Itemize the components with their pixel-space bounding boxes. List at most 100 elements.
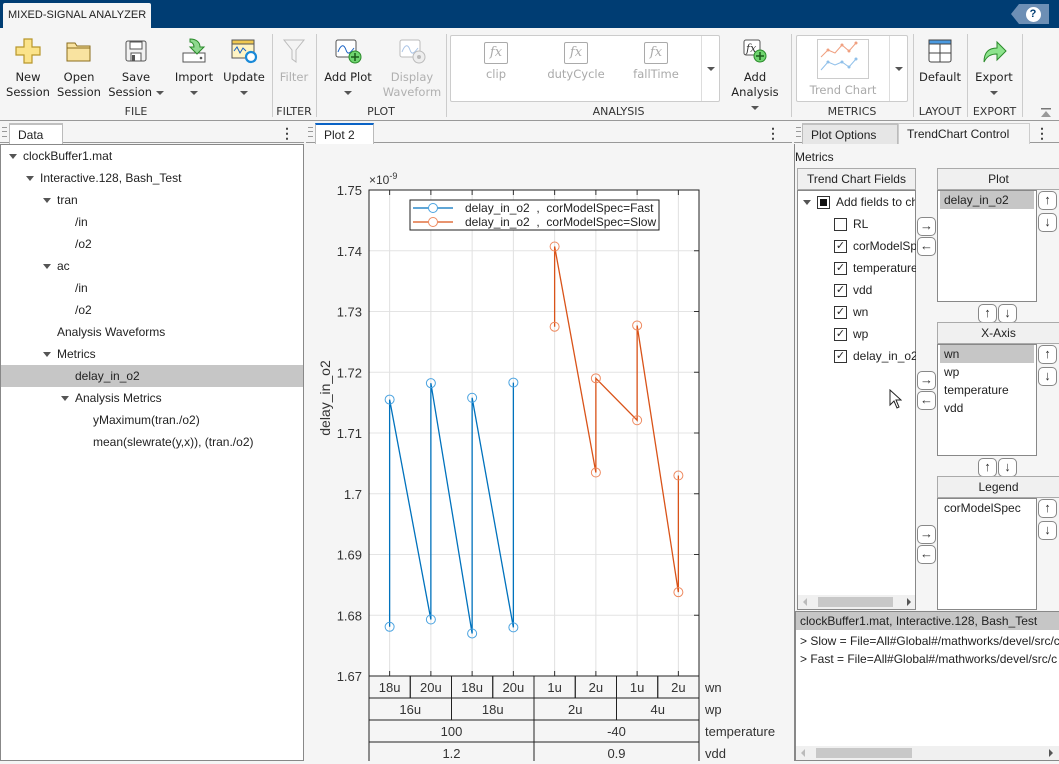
- remove-from-plot-button[interactable]: ←: [917, 237, 936, 256]
- scrollbar-thumb[interactable]: [816, 748, 912, 758]
- add-plot-button[interactable]: Add Plot: [321, 36, 375, 100]
- xaxis-list-item[interactable]: wn: [940, 345, 1034, 363]
- checkbox-partial[interactable]: [817, 196, 830, 210]
- open-session-button[interactable]: Open Session: [57, 36, 101, 100]
- source-info-line[interactable]: > Fast = File=All#Global#/mathworks/deve…: [800, 650, 1057, 668]
- scroll-left-icon[interactable]: [801, 749, 805, 757]
- tree-item[interactable]: /in: [1, 277, 303, 299]
- filter-button[interactable]: Filter: [276, 36, 312, 85]
- remove-from-legend-button[interactable]: ←: [917, 545, 936, 564]
- import-button[interactable]: Import: [172, 36, 216, 100]
- expand-triangle-icon[interactable]: [26, 176, 34, 182]
- tree-item[interactable]: /o2: [1, 233, 303, 255]
- checkbox-checked[interactable]: ✓: [834, 284, 847, 298]
- app-tab[interactable]: MIXED-SIGNAL ANALYZER: [3, 3, 152, 28]
- section-move-up-button[interactable]: ↑: [978, 304, 997, 323]
- tree-item[interactable]: ac: [1, 255, 303, 277]
- gallery-item-dutycycle[interactable]: fx dutyCycle: [546, 42, 606, 81]
- update-button[interactable]: Update: [222, 36, 266, 100]
- default-layout-button[interactable]: Default: [918, 36, 962, 85]
- remove-from-xaxis-button[interactable]: ←: [917, 391, 936, 410]
- tree-item[interactable]: tran: [1, 189, 303, 211]
- section-move-down-button[interactable]: ↓: [998, 304, 1017, 323]
- checkbox-checked[interactable]: ✓: [834, 240, 847, 254]
- tree-item[interactable]: Analysis Metrics: [1, 387, 303, 409]
- xaxis-list-item[interactable]: temperature: [940, 381, 1034, 399]
- tree-item[interactable]: Analysis Waveforms: [1, 321, 303, 343]
- legend-move-up-button[interactable]: ↑: [1038, 499, 1057, 518]
- tree-item[interactable]: /o2: [1, 299, 303, 321]
- tree-item[interactable]: mean(slewrate(y,x)), (tran./o2): [1, 431, 303, 453]
- legend-move-down-button[interactable]: ↓: [1038, 521, 1057, 540]
- section-move-up-button[interactable]: ↑: [978, 458, 997, 477]
- tree-item[interactable]: yMaximum(tran./o2): [1, 409, 303, 431]
- fields-root[interactable]: Add fields to chart: [803, 191, 915, 213]
- tree-item[interactable]: delay_in_o2: [1, 365, 303, 387]
- checkbox-checked[interactable]: ✓: [834, 262, 847, 276]
- metrics-gallery-expand-button[interactable]: [889, 36, 907, 101]
- plot-list-item[interactable]: delay_in_o2: [940, 191, 1034, 209]
- field-item[interactable]: ✓ wn: [834, 301, 916, 323]
- export-button[interactable]: Export: [972, 36, 1016, 100]
- scroll-right-icon[interactable]: [1049, 749, 1053, 757]
- tree-item[interactable]: Metrics: [1, 343, 303, 365]
- expand-triangle-icon[interactable]: [43, 198, 51, 204]
- tab-trendchart-control[interactable]: TrendChart Control: [898, 123, 1030, 144]
- save-session-button[interactable]: Save Session: [108, 36, 164, 100]
- checkbox-checked[interactable]: ✓: [834, 306, 847, 320]
- field-item[interactable]: ✓ temperature: [834, 257, 916, 279]
- xaxis-list-item[interactable]: wp: [940, 363, 1034, 381]
- add-analysis-button[interactable]: fx Add Analysis: [726, 36, 784, 115]
- tab-plot-2[interactable]: Plot 2 ×: [315, 123, 374, 162]
- panel-menu-icon[interactable]: ⋮: [280, 125, 294, 142]
- section-move-down-button[interactable]: ↓: [998, 458, 1017, 477]
- tab-data[interactable]: Data: [9, 123, 63, 144]
- new-session-button[interactable]: New Session: [6, 36, 50, 100]
- fields-horizontal-scrollbar[interactable]: [798, 595, 915, 609]
- field-item[interactable]: ✓ vdd: [834, 279, 916, 301]
- gallery-item-clip[interactable]: fx clip: [476, 42, 516, 81]
- checkbox-checked[interactable]: ✓: [834, 350, 847, 364]
- tree-item[interactable]: /in: [1, 211, 303, 233]
- expand-triangle-icon[interactable]: [61, 396, 69, 402]
- display-waveform-button[interactable]: Display Waveform: [381, 36, 443, 100]
- xaxis-move-down-button[interactable]: ↓: [1038, 367, 1057, 386]
- panel-menu-icon[interactable]: ⋮: [1035, 125, 1049, 142]
- add-to-xaxis-button[interactable]: →: [917, 371, 936, 390]
- plot-move-down-button[interactable]: ↓: [1038, 213, 1057, 232]
- scrollbar-thumb[interactable]: [818, 597, 893, 607]
- panel-menu-icon[interactable]: ⋮: [766, 125, 780, 142]
- chevron-down-icon[interactable]: [803, 200, 811, 206]
- xaxis-move-up-button[interactable]: ↑: [1038, 345, 1057, 364]
- legend-list-item[interactable]: corModelSpec: [940, 499, 1034, 517]
- drag-handle[interactable]: [2, 127, 7, 137]
- field-item[interactable]: RL: [834, 213, 916, 235]
- drag-handle[interactable]: [308, 127, 313, 137]
- plot-move-up-button[interactable]: ↑: [1038, 191, 1057, 210]
- field-item[interactable]: ✓ corModelSpec: [834, 235, 916, 257]
- checkbox-unchecked[interactable]: [834, 218, 847, 232]
- drag-handle[interactable]: [796, 127, 801, 137]
- field-item[interactable]: ✓ delay_in_o2: [834, 345, 916, 367]
- scroll-left-icon[interactable]: [803, 598, 807, 606]
- source-info-line[interactable]: > Slow = File=All#Global#/mathworks/deve…: [800, 632, 1059, 650]
- checkbox-checked[interactable]: ✓: [834, 328, 847, 342]
- collapse-toolstrip-icon[interactable]: [1040, 107, 1052, 117]
- tab-plot-options[interactable]: Plot Options: [802, 123, 898, 144]
- xaxis-list-item[interactable]: vdd: [940, 399, 1034, 417]
- tree-item[interactable]: clockBuffer1.mat: [1, 145, 303, 167]
- expand-triangle-icon[interactable]: [9, 154, 17, 160]
- field-item[interactable]: ✓ wp: [834, 323, 916, 345]
- add-to-plot-button[interactable]: →: [917, 217, 936, 236]
- trend-chart-button[interactable]: Trend Chart: [797, 39, 889, 97]
- scroll-right-icon[interactable]: [907, 598, 911, 606]
- trend-chart[interactable]: 1.67 1.68 1.69 1.7 1.71 1.72 1.73 1.74 1.75 ×10-9…: [306, 144, 792, 764]
- help-button[interactable]: ?: [1011, 4, 1049, 24]
- expand-triangle-icon[interactable]: [43, 352, 51, 358]
- info-horizontal-scrollbar[interactable]: [796, 746, 1059, 760]
- add-to-legend-button[interactable]: →: [917, 525, 936, 544]
- expand-triangle-icon[interactable]: [43, 264, 51, 270]
- gallery-expand-button[interactable]: [701, 36, 719, 101]
- gallery-item-falltime[interactable]: fx fallTime: [628, 42, 684, 81]
- tree-item[interactable]: Interactive.128, Bash_Test: [1, 167, 303, 189]
